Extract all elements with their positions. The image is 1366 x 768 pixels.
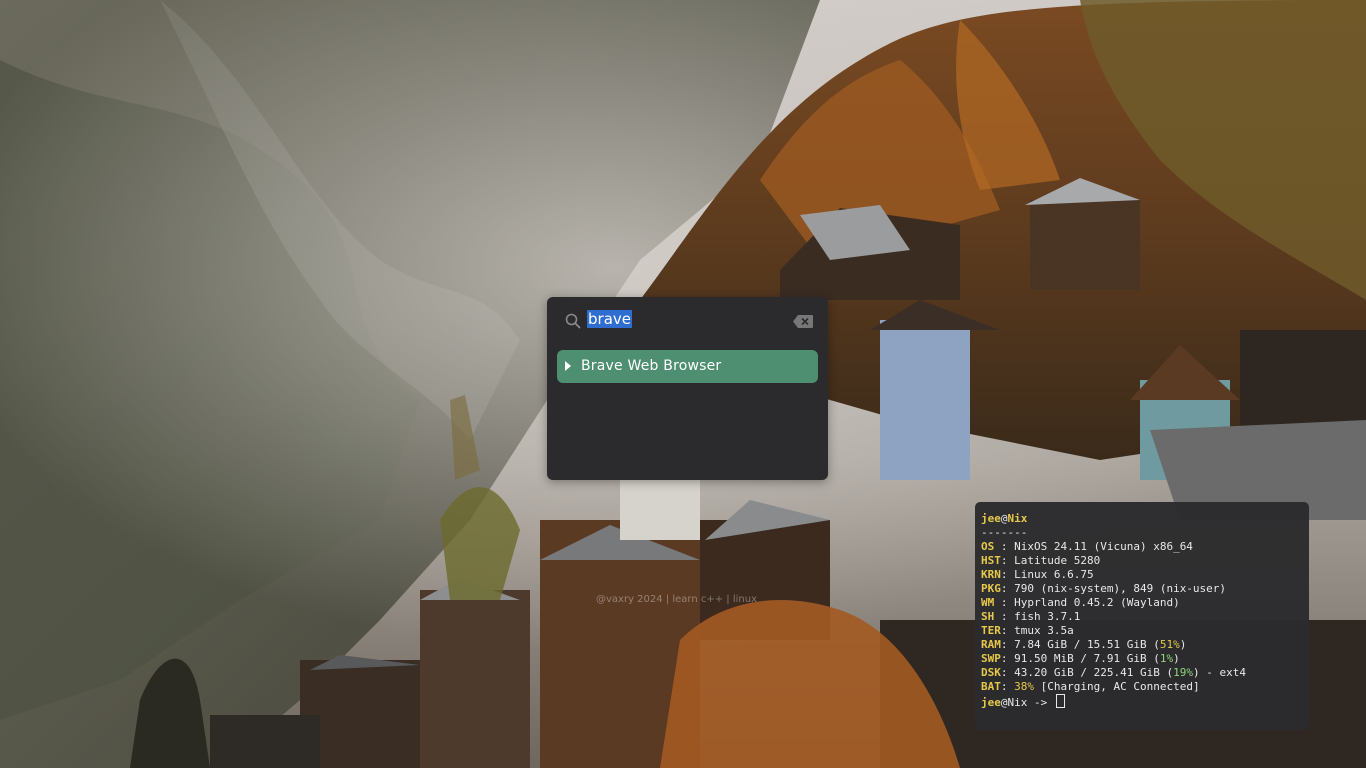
fetch-user: jee [981,512,1001,525]
search-input[interactable]: brave [587,310,787,330]
search-icon [565,313,581,329]
at-sign: @ [1000,512,1008,525]
info-key: PKG [981,582,1001,595]
info-value: fish 3.7.1 [1014,610,1081,623]
result-item-label: Brave Web Browser [581,358,722,374]
ram-used: 7.84 GiB [1014,638,1068,651]
text-cursor [1055,694,1065,708]
search-query-text: brave [587,310,632,328]
fetch-title: jee@Nix [981,512,1246,526]
search-bar: brave [561,309,814,333]
fetch-line-wm: WM : Hyprland 0.45.2 (Wayland) [981,596,1180,609]
info-key: RAM [981,638,1001,651]
fetch-line-pkg: PKG: 790 (nix-system), 849 (nix-user) [981,582,1227,595]
fetch-line-swp: SWP: 91.50 MiB / 7.91 GiB (1%) [981,652,1180,665]
info-key: TER [981,624,1001,637]
at-sign: @ [1000,696,1008,709]
swap-percent: 1% [1159,652,1174,665]
fetch-line-bat: BAT: 38% [Charging, AC Connected] [981,680,1200,693]
info-key: DSK [981,666,1001,679]
disk-percent: 19% [1173,666,1193,679]
clear-input-icon[interactable] [793,315,813,328]
fetch-line-krn: KRN: Linux 6.6.75 [981,568,1094,581]
info-key: BAT [981,680,1001,693]
prompt-host: Nix [1007,696,1028,709]
info-key: SH [981,610,995,623]
info-key: WM [981,596,995,609]
wallpaper-watermark: @vaxry 2024 | learn c++ | linux [596,594,757,605]
fetch-line-hst: HST: Latitude 5280 [981,554,1101,567]
battery-status: [Charging, AC Connected] [1040,680,1200,693]
fetch-line-ram: RAM: 7.84 GiB / 15.51 GiB (51%) [981,638,1187,651]
disk-used: 43.20 GiB [1014,666,1074,679]
info-value: Latitude 5280 [1014,554,1101,567]
prompt-arrow: -> [1034,696,1048,709]
terminal-output: jee@Nix ------- OS : NixOS 24.11 (Vicuna… [981,512,1246,709]
info-key: SWP [981,652,1001,665]
expand-arrow-icon [565,361,571,371]
info-key: OS [981,540,995,553]
app-launcher: brave Brave Web Browser [547,297,828,480]
ram-percent: 51% [1159,638,1180,651]
fetch-line-sh: SH : fish 3.7.1 [981,610,1081,623]
fetch-line-ter: TER: tmux 3.5a [981,624,1074,637]
prompt-user: jee [981,696,1001,709]
info-value: Linux 6.6.75 [1014,568,1094,581]
fetch-separator: ------- [981,526,1028,539]
results-list: Brave Web Browser [557,350,818,383]
info-value: tmux 3.5a [1014,624,1074,637]
info-key: KRN [981,568,1001,581]
fetch-host: Nix [1007,512,1028,525]
info-value: 790 (nix-system), 849 (nix-user) [1014,582,1227,595]
swap-total: 7.91 GiB [1093,652,1147,665]
result-item-brave-web-browser[interactable]: Brave Web Browser [557,350,818,383]
swap-used: 91.50 MiB [1014,652,1074,665]
ram-total: 15.51 GiB [1086,638,1147,651]
fetch-line-os: OS : NixOS 24.11 (Vicuna) x86_64 [981,540,1193,553]
fetch-line-dsk: DSK: 43.20 GiB / 225.41 GiB (19%) - ext4 [981,666,1246,679]
disk-filesystem: ext4 [1219,666,1246,679]
terminal-window[interactable]: jee@Nix ------- OS : NixOS 24.11 (Vicuna… [975,502,1309,730]
info-value: NixOS 24.11 (Vicuna) x86_64 [1014,540,1193,553]
battery-percent: 38% [1014,680,1034,693]
info-value: Hyprland 0.45.2 (Wayland) [1014,596,1180,609]
shell-prompt[interactable]: jee@Nix -> [981,694,1246,709]
disk-total: 225.41 GiB [1093,666,1160,679]
info-key: HST [981,554,1001,567]
